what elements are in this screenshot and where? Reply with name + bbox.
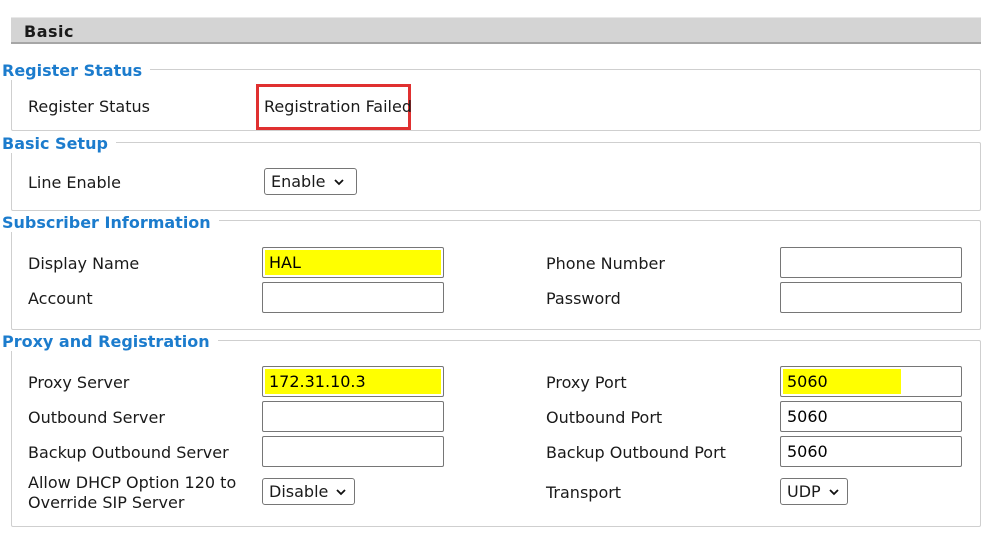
transport-label: Transport [546,483,622,502]
password-label: Password [546,289,621,308]
password-field[interactable] [780,282,962,313]
account-field[interactable] [262,282,444,313]
line-enable-select-value: Enable [271,172,326,191]
register-status-title: Register Status [2,61,151,80]
proxy-port-value: 5060 [787,372,828,391]
dhcp-option-select[interactable]: Disable [262,478,355,505]
transport-select[interactable]: UDP [780,478,848,505]
outbound-port-field[interactable]: 5060 [780,401,962,432]
line-enable-select[interactable]: Enable [264,168,357,195]
phone-number-label: Phone Number [546,254,665,273]
display-name-value: HAL [269,253,301,272]
chevron-down-icon [336,488,346,495]
register-status-value: Registration Failed [264,97,412,116]
outbound-server-field[interactable] [262,401,444,432]
proxy-port-label: Proxy Port [546,373,627,392]
proxy-server-value: 172.31.10.3 [269,372,366,391]
dhcp-option-select-value: Disable [269,482,329,501]
subscriber-title: Subscriber Information [2,213,219,232]
backup-outbound-server-field[interactable] [262,436,444,467]
proxy-title: Proxy and Registration [2,332,218,351]
register-status-section [11,69,981,131]
outbound-server-label: Outbound Server [28,408,165,427]
basic-setup-title: Basic Setup [2,134,116,153]
line-enable-label: Line Enable [28,173,121,192]
backup-outbound-port-label: Backup Outbound Port [546,443,726,462]
transport-select-value: UDP [787,482,821,501]
backup-outbound-port-value: 5060 [787,442,828,461]
proxy-server-label: Proxy Server [28,373,130,392]
page-header-bar: Basic [11,17,981,44]
outbound-port-label: Outbound Port [546,408,663,427]
backup-outbound-server-label: Backup Outbound Server [28,443,229,462]
page-title: Basic [24,22,74,41]
dhcp-option-label-line1: Allow DHCP Option 120 to [28,473,237,492]
account-label: Account [28,289,93,308]
display-name-field[interactable]: HAL [262,247,444,278]
phone-number-field[interactable] [780,247,962,278]
proxy-server-field[interactable]: 172.31.10.3 [262,366,444,397]
proxy-port-field[interactable]: 5060 [780,366,962,397]
display-name-label: Display Name [28,254,140,273]
register-status-label: Register Status [28,97,150,116]
chevron-down-icon [829,488,839,495]
outbound-port-value: 5060 [787,407,828,426]
basic-setup-section [11,142,981,211]
backup-outbound-port-field[interactable]: 5060 [780,436,962,467]
chevron-down-icon [333,178,344,185]
dhcp-option-label-line2: Override SIP Server [28,493,185,512]
